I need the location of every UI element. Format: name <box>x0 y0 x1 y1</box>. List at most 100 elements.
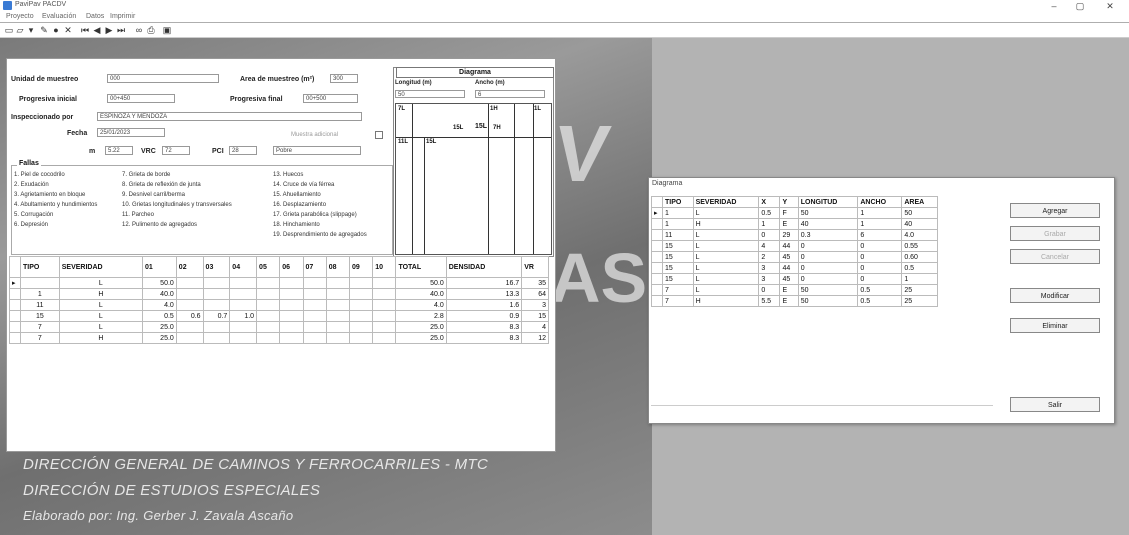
m-field[interactable]: 5.22 <box>105 146 133 155</box>
cell-ancho[interactable]: 0 <box>857 273 903 285</box>
first-icon[interactable]: ⏮ <box>80 25 90 35</box>
cell-y[interactable]: 44 <box>779 262 799 274</box>
cell-area[interactable]: 50 <box>901 207 938 219</box>
modificar-button[interactable]: Modificar <box>1010 288 1100 303</box>
cell-severidad[interactable]: L <box>58 321 143 333</box>
cell-value[interactable] <box>279 321 304 333</box>
prev-icon[interactable]: ◀ <box>92 25 102 35</box>
cell-value[interactable] <box>202 332 231 344</box>
cell-longitud[interactable]: 0 <box>797 251 859 263</box>
cell-severidad[interactable]: L <box>692 207 760 219</box>
cell-value[interactable] <box>302 332 327 344</box>
table-row[interactable]: 15 L 0.5 0.6 0.7 1.0 2.8 0.9 15 <box>9 310 549 322</box>
cell-value[interactable] <box>175 321 204 333</box>
area-field[interactable]: 300 <box>330 74 358 83</box>
table-row[interactable]: 1 H 1 E 40 1 40 <box>651 218 938 230</box>
cell-x[interactable]: 1 <box>758 218 781 230</box>
cell-value[interactable]: 0.6 <box>175 310 204 322</box>
cell-severidad[interactable]: L <box>58 277 143 289</box>
cell-x[interactable]: 3 <box>758 273 781 285</box>
table-row[interactable]: 15 L 4 44 0 0 0.55 <box>651 240 938 252</box>
cell-tipo[interactable]: 15 <box>662 262 694 274</box>
cell-value[interactable] <box>325 310 350 322</box>
cell-ancho[interactable]: 0 <box>857 262 903 274</box>
eliminar-button[interactable]: Eliminar <box>1010 318 1100 333</box>
cell-y[interactable]: 45 <box>779 251 799 263</box>
cell-value[interactable] <box>229 288 258 300</box>
menu-imprimir[interactable]: Imprimir <box>110 13 135 20</box>
cell-area[interactable]: 0.55 <box>901 240 938 252</box>
cell-tipo[interactable]: 11 <box>20 299 60 311</box>
cell-severidad[interactable]: L <box>692 262 760 274</box>
cell-value[interactable] <box>175 332 204 344</box>
cell-ancho[interactable]: 0 <box>857 240 903 252</box>
print-icon[interactable]: ⎙ <box>146 25 156 35</box>
cell-y[interactable]: E <box>779 218 799 230</box>
cell-value[interactable] <box>256 288 281 300</box>
cell-value[interactable] <box>372 332 397 344</box>
cell-value[interactable]: 1.0 <box>229 310 258 322</box>
cell-value[interactable] <box>175 277 204 289</box>
prog-ini-field[interactable]: 00+450 <box>107 94 175 103</box>
cell-area[interactable]: 25 <box>901 284 938 296</box>
cell-x[interactable]: 5.5 <box>758 295 781 307</box>
maximize-button[interactable]: ▢ <box>1070 0 1090 12</box>
cell-longitud[interactable]: 0 <box>797 273 859 285</box>
cell-ancho[interactable]: 6 <box>857 229 903 241</box>
table-row[interactable]: 15 L 3 44 0 0 0.5 <box>651 262 938 274</box>
table-row[interactable]: 7 L 25.0 25.0 8.3 4 <box>9 321 549 333</box>
cell-severidad[interactable]: L <box>692 229 760 241</box>
cell-tipo[interactable]: 15 <box>20 310 60 322</box>
close-button[interactable]: ✕ <box>1100 0 1120 12</box>
muestra-checkbox[interactable] <box>375 131 383 139</box>
cell-value[interactable] <box>256 321 281 333</box>
agregar-button[interactable]: Agregar <box>1010 203 1100 218</box>
cell-x[interactable]: 3 <box>758 262 781 274</box>
cell-area[interactable]: 40 <box>901 218 938 230</box>
table-row[interactable]: 11 L 4.0 4.0 1.6 3 <box>9 299 549 311</box>
cell-value[interactable] <box>279 310 304 322</box>
cell-tipo[interactable]: 7 <box>20 332 60 344</box>
cancelar-button[interactable]: Cancelar <box>1010 249 1100 264</box>
cell-value[interactable] <box>279 288 304 300</box>
cell-tipo[interactable]: 7 <box>20 321 60 333</box>
cell-value[interactable] <box>202 321 231 333</box>
cell-value[interactable] <box>372 299 397 311</box>
cell-y[interactable]: F <box>779 207 799 219</box>
cell-longitud[interactable]: 40 <box>797 218 859 230</box>
cell-severidad[interactable]: L <box>58 299 143 311</box>
cell-value[interactable] <box>348 321 374 333</box>
table-row[interactable]: 7 H 5.5 E 50 0.5 25 <box>651 295 938 307</box>
table-row[interactable]: 1 H 40.0 40.0 13.3 64 <box>9 288 549 300</box>
cell-value[interactable] <box>256 299 281 311</box>
cell-severidad[interactable]: L <box>692 284 760 296</box>
table-row[interactable]: 15 L 3 45 0 0 1 <box>651 273 938 285</box>
longitud-field[interactable]: 50 <box>395 90 465 98</box>
cell-value[interactable] <box>229 299 258 311</box>
cell-value[interactable] <box>202 299 231 311</box>
cell-longitud[interactable]: 50 <box>797 295 859 307</box>
unidad-field[interactable]: 000 <box>107 74 219 83</box>
cell-longitud[interactable]: 0 <box>797 262 859 274</box>
cell-value[interactable] <box>229 332 258 344</box>
cell-y[interactable]: E <box>779 295 799 307</box>
cell-ancho[interactable]: 0 <box>857 251 903 263</box>
table-row[interactable]: 11 L 0 29 0.3 6 4.0 <box>651 229 938 241</box>
cell-value[interactable] <box>175 288 204 300</box>
table-row[interactable]: ▸ 1 L 0.5 F 50 1 50 <box>651 207 938 219</box>
cell-value[interactable] <box>175 299 204 311</box>
cell-ancho[interactable]: 0.5 <box>857 284 903 296</box>
cell-longitud[interactable]: 0.3 <box>797 229 859 241</box>
cell-area[interactable]: 0.5 <box>901 262 938 274</box>
cell-y[interactable]: 44 <box>779 240 799 252</box>
cell-y[interactable]: 29 <box>779 229 799 241</box>
cell-value[interactable] <box>372 310 397 322</box>
cell-value[interactable]: 50.0 <box>141 277 177 289</box>
cell-longitud[interactable]: 50 <box>797 207 859 219</box>
cell-value[interactable] <box>202 277 231 289</box>
cell-tipo[interactable]: 15 <box>662 240 694 252</box>
save-icon[interactable]: ▾ <box>26 25 36 35</box>
delete-icon[interactable]: ✕ <box>63 25 73 35</box>
insp-field[interactable]: ESPINOZA Y MENDOZA <box>97 112 362 121</box>
cell-y[interactable]: 45 <box>779 273 799 285</box>
